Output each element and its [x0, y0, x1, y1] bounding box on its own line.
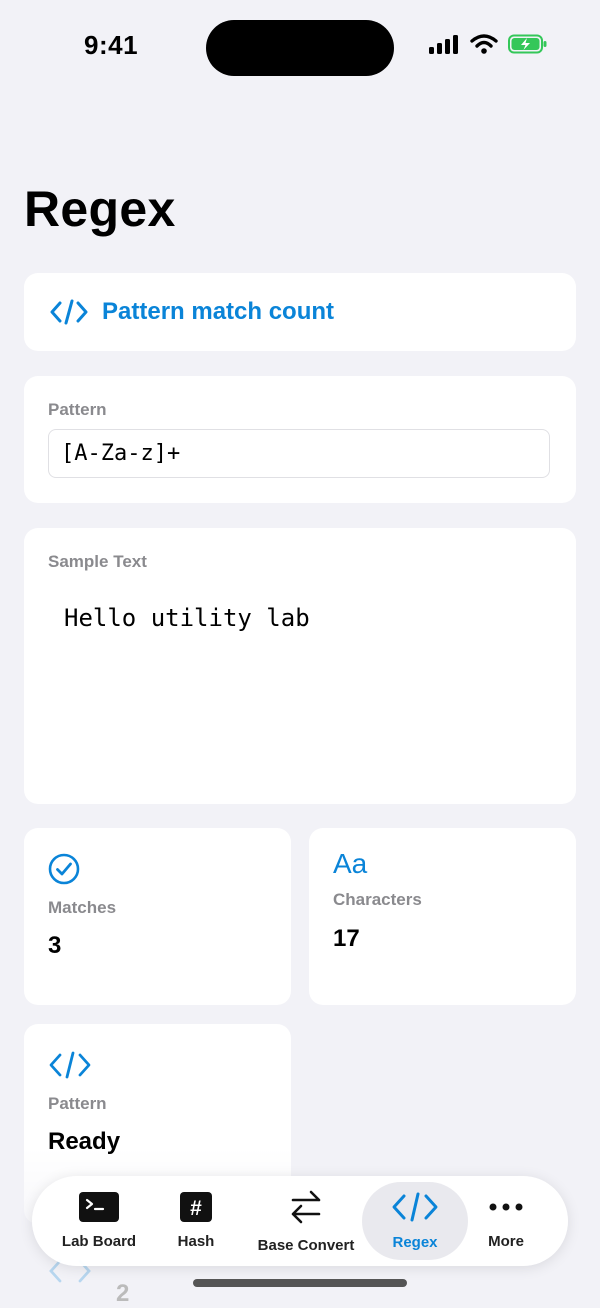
- matches-stat-card: Matches 3: [24, 828, 291, 1005]
- dynamic-island: [206, 20, 394, 76]
- text-size-icon: Aa: [333, 848, 368, 879]
- tab-lab-board[interactable]: Lab Board: [46, 1176, 152, 1266]
- battery-icon: [508, 34, 547, 54]
- link-label: Pattern match count: [102, 298, 335, 325]
- terminal-icon: [79, 1192, 119, 1227]
- characters-stat-card: Aa Characters 17: [309, 828, 576, 1005]
- ellipsis-icon: [489, 1192, 523, 1227]
- arrows-left-right-icon: [287, 1188, 325, 1231]
- wifi-icon: [470, 34, 498, 54]
- matches-label: Matches: [48, 898, 117, 917]
- svg-text:#: #: [190, 1197, 202, 1220]
- tab-label: Regex: [392, 1234, 438, 1251]
- pattern-match-count-link[interactable]: Pattern match count: [24, 273, 576, 351]
- signal-icon: [429, 35, 458, 54]
- code-icon: [48, 1050, 92, 1085]
- pattern-stat-label: Pattern: [48, 1094, 107, 1113]
- tab-label: Base Convert: [257, 1237, 355, 1254]
- checkmark-circle-icon: [48, 853, 80, 890]
- matches-value: 3: [48, 932, 62, 959]
- pattern-input[interactable]: [48, 429, 550, 478]
- sample-text-input[interactable]: Hello utility lab: [64, 604, 554, 784]
- characters-value: 17: [333, 925, 360, 952]
- characters-label: Characters: [333, 890, 422, 909]
- page-title: Regex: [24, 181, 176, 237]
- tab-hash[interactable]: # Hash: [158, 1176, 234, 1266]
- sample-text-card: Sample Text Hello utility lab: [24, 528, 576, 804]
- sample-text-label: Sample Text: [48, 552, 147, 571]
- home-indicator: [193, 1279, 407, 1287]
- tab-regex[interactable]: Regex: [362, 1182, 468, 1260]
- tab-label: More: [488, 1233, 524, 1250]
- tab-bar: Lab Board # Hash Base Convert Regex More: [32, 1176, 568, 1266]
- status-time: 9:41: [84, 30, 139, 60]
- tab-label: Hash: [177, 1233, 215, 1250]
- pattern-stat-value: Ready: [48, 1128, 121, 1155]
- code-icon: [50, 299, 88, 325]
- tab-base-convert[interactable]: Base Convert: [246, 1176, 366, 1266]
- tab-label: Lab Board: [61, 1233, 137, 1250]
- hash-icon: #: [180, 1192, 212, 1227]
- pattern-card: Pattern: [24, 376, 576, 503]
- pattern-label: Pattern: [48, 400, 107, 419]
- status-icons: [428, 34, 548, 54]
- code-icon: [391, 1191, 439, 1228]
- tab-more[interactable]: More: [472, 1176, 540, 1266]
- ghost-value: 2: [116, 1280, 130, 1307]
